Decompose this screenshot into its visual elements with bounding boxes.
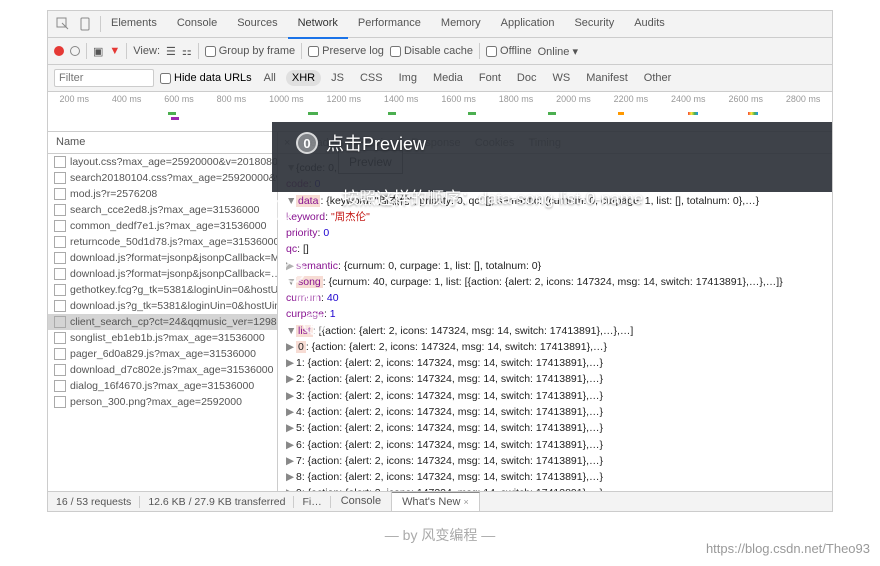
device-icon[interactable]: [78, 17, 92, 31]
clear-icon[interactable]: [70, 46, 80, 56]
filter-type-media[interactable]: Media: [427, 70, 469, 86]
request-list: Name layout.css?max_age=25920000&v=20180…: [48, 132, 278, 491]
tab-network[interactable]: Network: [288, 10, 348, 39]
request-row[interactable]: download.js?format=jsonp&jsonpCallback=…: [48, 266, 277, 282]
json-list-item[interactable]: ▶2: {action: {alert: 2, icons: 147324, m…: [286, 371, 824, 387]
file-icon: [54, 332, 66, 344]
tab-application[interactable]: Application: [491, 10, 565, 39]
tab-audits[interactable]: Audits: [624, 10, 675, 39]
filter-type-img[interactable]: Img: [393, 70, 423, 86]
request-row[interactable]: mod.js?r=2576208: [48, 186, 277, 202]
filter-types: AllXHRJSCSSImgMediaFontDocWSManifestOthe…: [258, 70, 678, 86]
drawer-whatsnew-tab[interactable]: What's New×: [392, 492, 480, 511]
file-icon: [54, 204, 66, 216]
tab-memory[interactable]: Memory: [431, 10, 491, 39]
camera-icon[interactable]: ▣: [93, 45, 103, 58]
filter-type-doc[interactable]: Doc: [511, 70, 543, 86]
inspect-icon[interactable]: [56, 17, 70, 31]
tab-elements[interactable]: Elements: [101, 10, 167, 39]
hide-data-urls[interactable]: Hide data URLs: [160, 72, 252, 84]
filter-type-manifest[interactable]: Manifest: [580, 70, 634, 86]
network-subbar: ▣ ▼ View: ☰ ⚏ Group by frame Preserve lo…: [48, 38, 832, 65]
disable-cache[interactable]: Disable cache: [390, 45, 473, 57]
request-row[interactable]: dialog_16f4670.js?max_age=31536000: [48, 378, 277, 394]
file-icon: [54, 172, 66, 184]
file-icon: [54, 300, 66, 312]
json-list-item[interactable]: ▶8: {action: {alert: 2, icons: 147324, m…: [286, 469, 824, 485]
file-icon: [54, 236, 66, 248]
json-key-song: song: [296, 276, 323, 288]
file-icon: [54, 348, 66, 360]
filter-type-css[interactable]: CSS: [354, 70, 389, 86]
filter-type-xhr[interactable]: XHR: [286, 70, 321, 86]
request-row[interactable]: download.js?g_tk=5381&loginUin=0&hostUin…: [48, 298, 277, 314]
file-icon: [54, 396, 66, 408]
filter-type-all[interactable]: All: [258, 70, 282, 86]
name-column-header[interactable]: Name: [48, 132, 277, 154]
source-url: https://blog.csdn.net/Theo93: [706, 541, 870, 556]
json-list-item[interactable]: ▶3: {action: {alert: 2, icons: 147324, m…: [286, 388, 824, 404]
request-row[interactable]: layout.css?max_age=25920000&v=20180803: [48, 154, 277, 170]
request-row[interactable]: search_cce2ed8.js?max_age=31536000: [48, 202, 277, 218]
request-row[interactable]: gethotkey.fcg?g_tk=5381&loginUin=0&hostU…: [48, 282, 277, 298]
view-grid-icon[interactable]: ⚏: [182, 45, 192, 58]
annotation-overlay: [272, 122, 832, 192]
file-icon: [54, 284, 66, 296]
request-row[interactable]: common_dedf7e1.js?max_age=31536000: [48, 218, 277, 234]
panel-tabs: ElementsConsoleSourcesNetworkPerformance…: [101, 10, 832, 39]
tab-security[interactable]: Security: [564, 10, 624, 39]
status-transferred: 12.6 KB / 27.9 KB transferred: [140, 496, 294, 508]
filter-type-other[interactable]: Other: [638, 70, 678, 86]
tab-sources[interactable]: Sources: [227, 10, 287, 39]
json-list-item[interactable]: ▶0: {action: {alert: 2, icons: 147324, m…: [286, 339, 824, 355]
tab-performance[interactable]: Performance: [348, 10, 431, 39]
record-icon[interactable]: [54, 46, 64, 56]
request-row[interactable]: returncode_50d1d78.js?max_age=31536000: [48, 234, 277, 250]
devtools-window: ElementsConsoleSourcesNetworkPerformance…: [47, 10, 833, 512]
json-list-item[interactable]: ▶9: {action: {alert: 2, icons: 147324, m…: [286, 485, 824, 491]
file-icon: [54, 220, 66, 232]
online-select[interactable]: Online ▾: [538, 45, 578, 58]
request-row[interactable]: download_d7c802e.js?max_age=31536000: [48, 362, 277, 378]
json-list-item[interactable]: ▶4: {action: {alert: 2, icons: 147324, m…: [286, 404, 824, 420]
view-list-icon[interactable]: ☰: [166, 45, 176, 58]
preserve-log[interactable]: Preserve log: [308, 45, 384, 57]
file-icon: [54, 252, 66, 264]
file-icon: [54, 380, 66, 392]
request-row[interactable]: songlist_eb1eb1b.js?max_age=31536000: [48, 330, 277, 346]
drawer-console-tab[interactable]: Console: [331, 492, 392, 511]
main-toolbar: ElementsConsoleSourcesNetworkPerformance…: [48, 11, 832, 38]
request-row[interactable]: search20180104.css?max_age=25920000&v=2…: [48, 170, 277, 186]
json-key-list: list: [296, 325, 313, 337]
request-row[interactable]: download.js?format=jsonp&jsonpCallback=M…: [48, 250, 277, 266]
filter-bar: Hide data URLs AllXHRJSCSSImgMediaFontDo…: [48, 65, 832, 92]
json-list-item[interactable]: ▶1: {action: {alert: 2, icons: 147324, m…: [286, 355, 824, 371]
request-row[interactable]: pager_6d0a829.js?max_age=31536000: [48, 346, 277, 362]
file-icon: [54, 364, 66, 376]
filter-icon[interactable]: ▼: [109, 45, 120, 57]
status-finish: Fi…: [294, 496, 330, 508]
filter-type-js[interactable]: JS: [325, 70, 350, 86]
file-icon: [54, 156, 66, 168]
group-by-frame[interactable]: Group by frame: [205, 45, 295, 57]
json-list-item[interactable]: ▶6: {action: {alert: 2, icons: 147324, m…: [286, 437, 824, 453]
filter-type-font[interactable]: Font: [473, 70, 507, 86]
json-list-item[interactable]: ▶7: {action: {alert: 2, icons: 147324, m…: [286, 453, 824, 469]
json-preview[interactable]: ▼{code: 0,…} code: 0 ▼data: {keyword: "周…: [278, 154, 832, 491]
view-label: View:: [133, 45, 160, 57]
tab-console[interactable]: Console: [167, 10, 227, 39]
request-row[interactable]: person_300.png?max_age=2592000: [48, 394, 277, 410]
request-row[interactable]: client_search_cp?ct=24&qqmusic_ver=1298&…: [48, 314, 277, 330]
filter-type-ws[interactable]: WS: [546, 70, 576, 86]
filter-input[interactable]: [54, 69, 154, 87]
json-key-data: data: [296, 195, 320, 207]
file-icon: [54, 188, 66, 200]
status-bar: 16 / 53 requests 12.6 KB / 27.9 KB trans…: [48, 491, 832, 511]
offline[interactable]: Offline: [486, 45, 532, 57]
file-icon: [54, 268, 66, 280]
json-list-item[interactable]: ▶5: {action: {alert: 2, icons: 147324, m…: [286, 420, 824, 436]
status-requests: 16 / 53 requests: [48, 496, 140, 508]
file-icon: [54, 316, 66, 328]
